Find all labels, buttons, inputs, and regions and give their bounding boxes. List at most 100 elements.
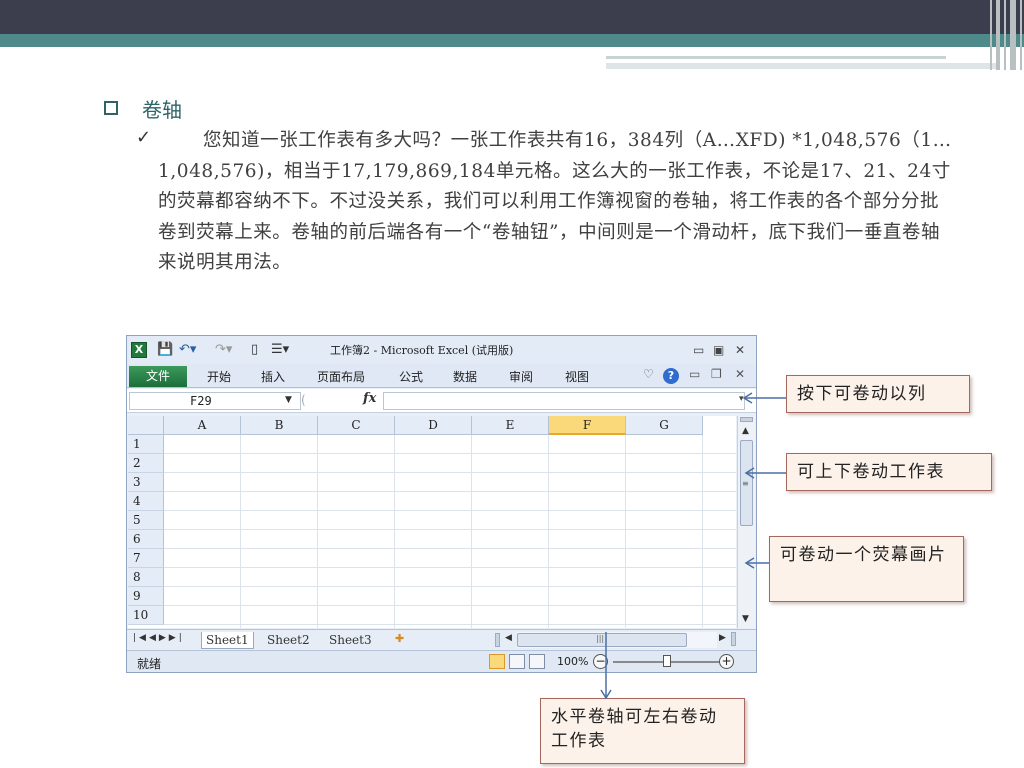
zoom-slider-knob[interactable] — [663, 655, 671, 667]
tab-insert[interactable]: 插入 — [261, 368, 285, 385]
arrowhead — [600, 689, 612, 700]
scroll-up-arrow-icon[interactable]: ▲ — [742, 426, 749, 436]
row-header-2[interactable]: 2 — [128, 454, 164, 473]
row-header-4[interactable]: 4 — [128, 492, 164, 511]
top-band — [0, 0, 1024, 34]
insert-function-icon[interactable]: fx — [363, 391, 376, 406]
formula-input[interactable] — [383, 392, 745, 410]
decor-rule — [606, 56, 946, 59]
row-header-8[interactable]: 8 — [128, 568, 164, 587]
page-layout-view-icon[interactable] — [509, 654, 525, 669]
customize-qat-icon[interactable]: ☰▾ — [271, 341, 289, 359]
row-header-6[interactable]: 6 — [128, 530, 164, 549]
vertical-split-box[interactable] — [740, 417, 753, 422]
tab-review[interactable]: 审阅 — [509, 368, 533, 385]
row-header-5[interactable]: 5 — [128, 511, 164, 530]
check-bullet-icon: ✓ — [136, 127, 152, 148]
tab-page-layout[interactable]: 页面布局 — [317, 368, 365, 385]
horizontal-scrollbar[interactable]: ||| — [517, 632, 717, 648]
row-header-1[interactable]: 1 — [128, 435, 164, 454]
tab-file[interactable]: 文件 — [129, 366, 187, 387]
normal-view-icon[interactable] — [489, 654, 505, 669]
grid-row-line — [164, 472, 736, 473]
sheet-tab-2[interactable]: Sheet2 — [263, 632, 314, 649]
save-icon[interactable]: 💾 — [157, 341, 173, 359]
grid-row-line — [164, 510, 736, 511]
doc-minimize-icon[interactable]: ▭ — [689, 367, 700, 381]
callout-row-scroll: 可上下卷动工作表 — [786, 453, 992, 491]
worksheet-grid[interactable]: A B C D E F G 1 2 3 4 5 6 7 8 9 10 — [128, 416, 736, 628]
sheet-tab-1[interactable]: Sheet1 — [201, 632, 254, 649]
row-header-3[interactable]: 3 — [128, 473, 164, 492]
maximize-icon[interactable]: ▣ — [713, 342, 724, 358]
grid-column-line — [394, 435, 395, 628]
row-header-10[interactable]: 10 — [128, 606, 164, 625]
column-header-e[interactable]: E — [472, 416, 549, 435]
vertical-scrollbar[interactable]: ▲ ≡ ▼ — [737, 416, 755, 628]
square-bullet-icon — [104, 101, 118, 115]
column-header-b[interactable]: B — [241, 416, 318, 435]
select-all-corner[interactable] — [128, 416, 164, 435]
new-doc-icon[interactable]: ▯ — [251, 341, 258, 359]
page-break-view-icon[interactable] — [529, 654, 545, 669]
decor-side-lines — [990, 0, 1024, 70]
grid-row-line — [164, 605, 736, 606]
expand-formula-bar-icon[interactable]: ▾ — [739, 394, 744, 404]
tab-data[interactable]: 数据 — [453, 368, 477, 385]
row-header-9[interactable]: 9 — [128, 587, 164, 606]
grid-row-line — [164, 624, 736, 625]
grid-column-line — [240, 435, 241, 628]
ribbon-collapse-icon[interactable]: ♡ — [643, 367, 654, 381]
excel-window: X 💾 ↶▾ ↷▾ ▯ ☰▾ 工作簿2 - Microsoft Excel (试… — [126, 335, 757, 673]
row-header-7[interactable]: 7 — [128, 549, 164, 568]
tab-formulas[interactable]: 公式 — [399, 368, 423, 385]
horizontal-split-box[interactable] — [495, 633, 500, 647]
sheet-tab-bar: |◀◀▶▶| Sheet1 Sheet2 Sheet3 ✚ ◀ ||| ▶ — [127, 629, 756, 649]
column-header-g[interactable]: G — [626, 416, 703, 435]
callout-page-scroll: 可卷动一个荧幕画片 — [769, 536, 964, 602]
doc-close-icon[interactable]: ✕ — [735, 367, 745, 381]
grid-row-line — [164, 548, 736, 549]
callout-horizontal-scroll: 水平卷轴可左右卷动工作表 — [540, 698, 745, 764]
column-header-a[interactable]: A — [164, 416, 241, 435]
grid-column-line — [317, 435, 318, 628]
column-header-c[interactable]: C — [318, 416, 395, 435]
insert-sheet-icon[interactable]: ✚ — [395, 632, 404, 645]
close-icon[interactable]: ✕ — [735, 342, 745, 358]
column-header-f[interactable]: F — [549, 416, 626, 435]
window-title: 工作簿2 - Microsoft Excel (试用版) — [330, 344, 514, 357]
horizontal-split-box-right[interactable] — [731, 632, 736, 646]
grid-row-line — [164, 567, 736, 568]
callout-column-scroll: 按下可卷动以列 — [786, 375, 970, 413]
undo-icon[interactable]: ↶▾ — [179, 341, 196, 359]
ribbon-tabs: 文件 开始 插入 页面布局 公式 数据 审阅 视图 ♡ ? ▭ ❐ ✕ — [127, 364, 756, 388]
sheet-nav-arrows-icon[interactable]: |◀◀▶▶| — [133, 633, 185, 643]
formula-bar: F29 ▼ ( fx ▾ — [127, 389, 756, 413]
grid-column-line — [702, 435, 703, 628]
scroll-down-arrow-icon[interactable]: ▼ — [742, 614, 749, 624]
scroll-right-arrow-icon[interactable]: ▶ — [719, 633, 726, 643]
formula-divider-icon: ( — [301, 393, 306, 407]
slide-paragraph: 您知道一张工作表有多大吗？一张工作表共有16，384列（A…XFD) *1,04… — [158, 130, 952, 274]
zoom-in-icon[interactable]: + — [719, 654, 734, 669]
column-header-d[interactable]: D — [395, 416, 472, 435]
name-box-dropdown-icon[interactable]: ▼ — [285, 395, 292, 405]
excel-logo-icon: X — [131, 342, 147, 358]
zoom-level[interactable]: 100% — [557, 655, 588, 668]
name-box[interactable]: F29 — [129, 392, 301, 410]
sheet-tab-3[interactable]: Sheet3 — [325, 632, 376, 649]
excel-title-bar: X 💾 ↶▾ ↷▾ ▯ ☰▾ 工作簿2 - Microsoft Excel (试… — [127, 336, 756, 364]
tab-view[interactable]: 视图 — [565, 368, 589, 385]
zoom-out-icon[interactable]: − — [593, 654, 608, 669]
horizontal-scroll-thumb[interactable]: ||| — [517, 633, 687, 647]
doc-restore-icon[interactable]: ❐ — [711, 367, 722, 381]
help-icon[interactable]: ? — [663, 368, 679, 384]
redo-icon[interactable]: ↷▾ — [215, 341, 232, 359]
tab-home[interactable]: 开始 — [207, 368, 231, 385]
slide-title: 卷轴 — [142, 97, 182, 122]
minimize-icon[interactable]: ▭ — [693, 342, 704, 358]
grid-column-line — [625, 435, 626, 628]
status-text: 就绪 — [137, 657, 162, 671]
scroll-left-arrow-icon[interactable]: ◀ — [505, 633, 512, 643]
scroll-grip-icon: ||| — [596, 634, 605, 643]
